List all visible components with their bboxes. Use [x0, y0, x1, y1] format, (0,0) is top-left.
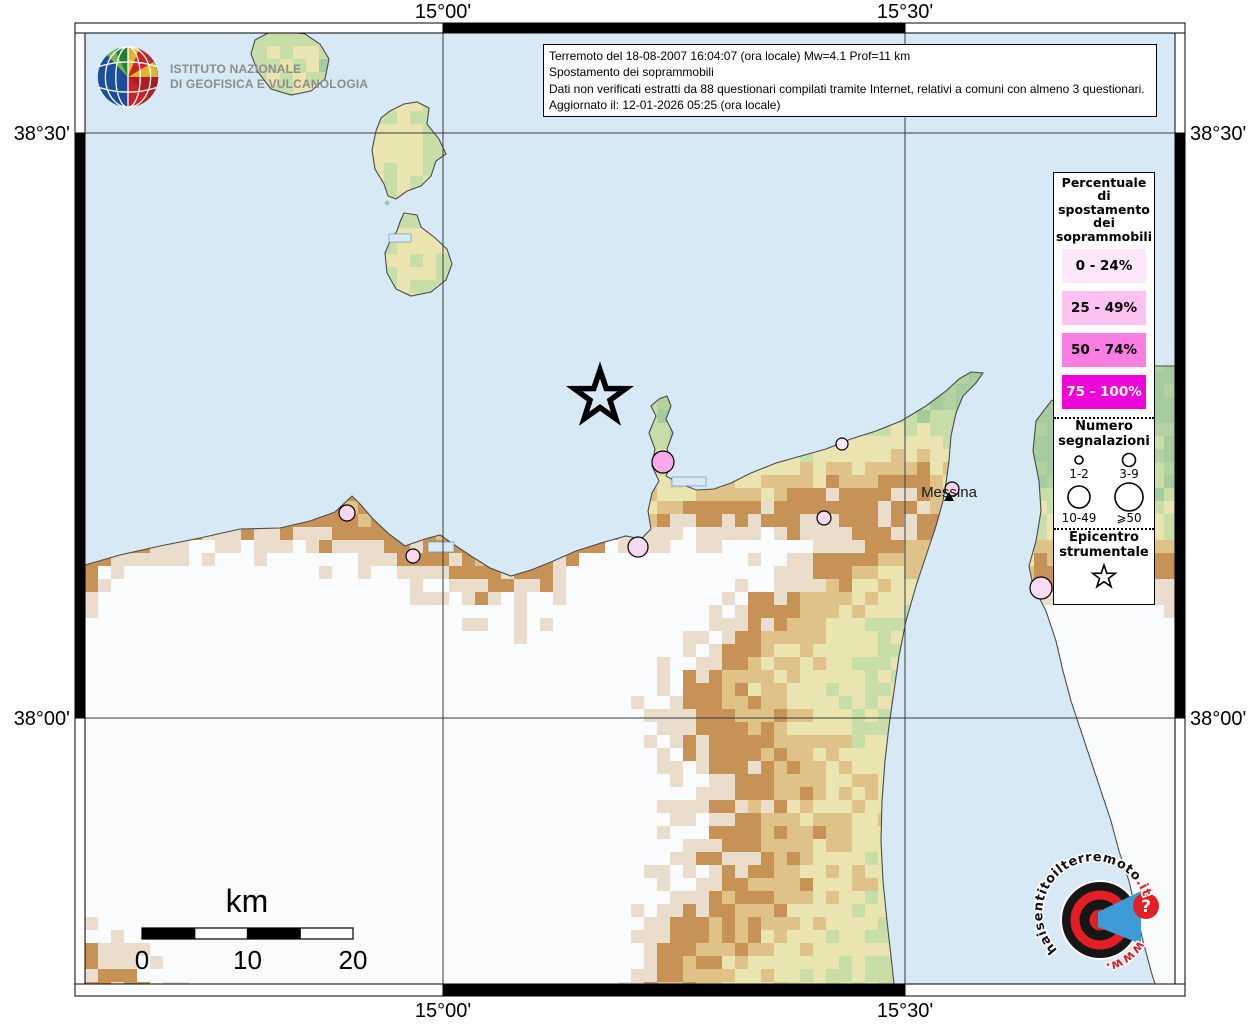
axis-bottom-1530: 15°30'	[877, 1000, 933, 1022]
scale-tick-20: 20	[339, 945, 368, 975]
scale-tick-10: 10	[233, 945, 262, 975]
signal-circle-3-9-icon	[1109, 451, 1149, 468]
signals-title: Numero segnalazioni	[1054, 420, 1154, 449]
ingv-name-line1: ISTITUTO NAZIONALE	[170, 62, 368, 77]
event-datanote: Dati non verificati estratti da 88 quest…	[549, 81, 1151, 97]
axis-right-3830: 38°30'	[1190, 123, 1246, 145]
question-mark: ?	[1141, 897, 1151, 917]
report-marker	[628, 537, 648, 557]
signals-examples: 1-2 3-9 10-49 ⩾50	[1054, 451, 1154, 525]
axis-left-3800: 38°00'	[14, 708, 70, 730]
ingv-globe-icon	[95, 44, 161, 110]
ingv-logo: ISTITUTO NAZIONALE DI GEOFISICA E VULCAN…	[95, 44, 368, 110]
city-messina: Messina	[921, 484, 978, 501]
ingv-name-line2: DI GEOFISICA E VULCANOLOGIA	[170, 77, 368, 92]
scale-unit: km	[226, 883, 269, 919]
epicenter-title: Epicentro strumentale	[1054, 531, 1154, 560]
legend-swatch-75-100: 75 - 100%	[1062, 375, 1146, 409]
legend-box: Percentuale di spostamento dei soprammob…	[1053, 172, 1155, 605]
axis-bottom-1500: 15°00'	[415, 1000, 471, 1022]
axis-left-3830: 38°30'	[14, 123, 70, 145]
legend-title: Percentuale di spostamento dei soprammob…	[1054, 173, 1154, 243]
scale-tick-0: 0	[135, 945, 149, 975]
report-marker	[652, 451, 674, 473]
report-marker	[1030, 577, 1052, 599]
event-effect: Spostamento dei soprammobili	[549, 64, 1151, 80]
signal-circle-1-2-icon	[1059, 451, 1099, 468]
city-label: Messina	[921, 484, 978, 501]
legend-swatch-25-49: 25 - 49%	[1062, 291, 1146, 325]
legend-swatch-0-24: 0 - 24%	[1062, 249, 1146, 283]
report-marker	[339, 505, 355, 521]
legend-swatch-50-74: 50 - 74%	[1062, 333, 1146, 367]
axis-right-3800: 38°00'	[1190, 708, 1246, 730]
islet	[385, 201, 390, 206]
event-title: Terremoto del 18-08-2007 16:04:07 (ora l…	[549, 48, 1151, 64]
event-info-box: Terremoto del 18-08-2007 16:04:07 (ora l…	[543, 44, 1157, 117]
report-marker	[817, 511, 831, 525]
signal-circle-10-49-icon	[1059, 481, 1099, 512]
axis-top-1500: 15°00'	[415, 1, 471, 23]
macroseismic-map-page: 15°00' 15°30' 15°00' 15°30' 38°30' 38°00…	[0, 0, 1256, 1024]
event-updated: Aggiornato il: 12-01-2026 05:25 (ora loc…	[549, 97, 1151, 113]
axis-top-1530: 15°30'	[877, 1, 933, 23]
report-marker	[406, 549, 420, 563]
report-marker	[836, 438, 848, 450]
legend-star-icon	[1087, 562, 1121, 590]
signal-circle-50-icon	[1109, 481, 1149, 512]
